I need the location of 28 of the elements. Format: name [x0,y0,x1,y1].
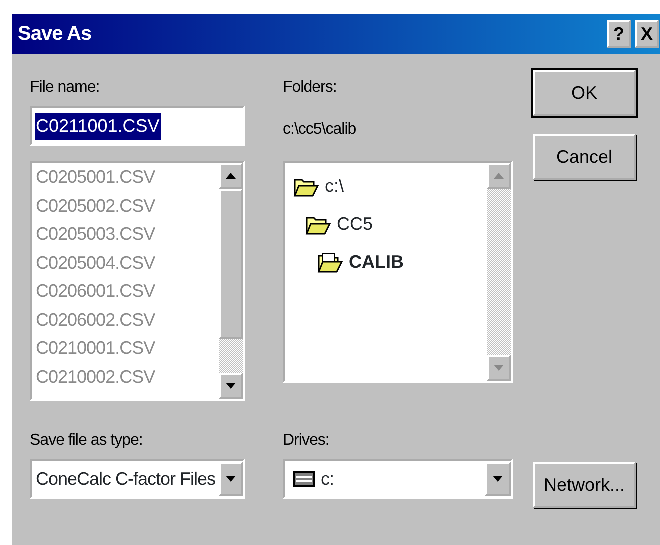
folder-node[interactable]: CALIB [293,243,487,281]
scroll-up-icon [494,173,504,179]
folder-node[interactable]: CC5 [293,205,487,243]
title-bar-button[interactable]: X [635,20,659,48]
drives-dropdown[interactable]: c: [283,459,513,499]
scroll-down-icon [494,365,504,371]
dialog-button[interactable]: OK [533,70,636,116]
scroll-down-icon [226,383,236,389]
dialog-button[interactable]: Network... [533,462,636,508]
dropdown-arrow-icon [493,476,503,482]
field-label: Drives: [283,432,330,449]
scroll-up-icon [226,173,236,179]
scrollbar[interactable] [219,163,243,399]
drive-icon [293,471,315,487]
file-type-dropdown[interactable]: ConeCalc C-factor Files [30,459,245,499]
file-name-field[interactable]: C0211001.CSV [30,106,245,146]
title-bar-button[interactable]: ? [607,20,631,48]
field-label: File name: [30,79,100,96]
field-label: Save file as type: [30,432,143,449]
window-title: Save As [18,22,92,47]
dialog-button[interactable]: Cancel [533,134,636,180]
dropdown-arrow-icon [226,476,236,482]
folder-path: c:\cc5\calib [283,121,356,138]
folder-node[interactable]: c:\ [293,167,487,205]
scrollbar[interactable] [487,163,511,381]
file-name-value: C0211001.CSV [35,112,161,140]
field-label: Folders: [283,79,337,96]
folder-tree[interactable]: c:\ CC5 CALIB [283,161,513,383]
